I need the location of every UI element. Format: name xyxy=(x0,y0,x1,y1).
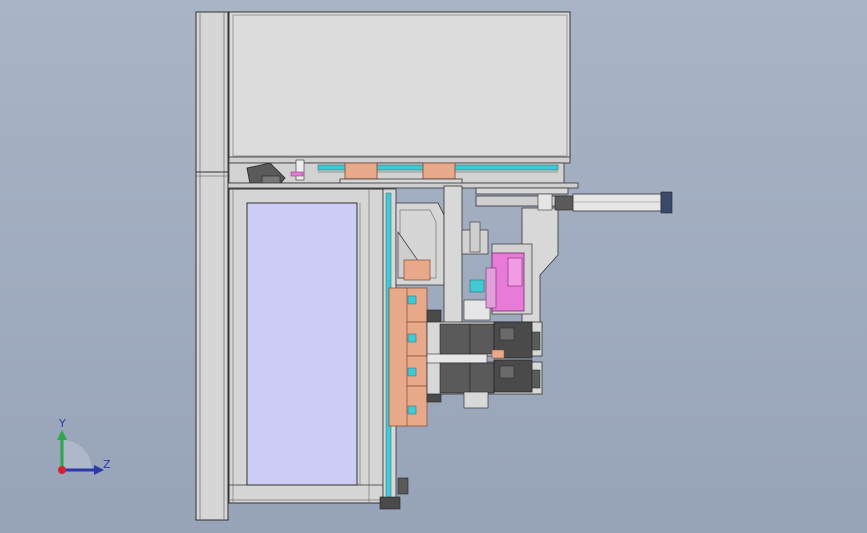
lower-mount-block xyxy=(463,391,489,409)
left-frame-column xyxy=(195,11,229,521)
magenta-gripper xyxy=(485,252,525,312)
gusset-bracket xyxy=(395,202,445,286)
cad-model-viewport[interactable]: Y Z xyxy=(0,0,867,533)
top-housing xyxy=(228,11,571,164)
central-column xyxy=(443,185,491,327)
y-axis-label: Y xyxy=(58,417,66,430)
z-axis-label: Z xyxy=(103,458,111,471)
window-frame xyxy=(228,188,384,504)
pneumatic-cylinder xyxy=(554,191,673,214)
coordinate-triad: Y Z xyxy=(57,417,111,475)
triad-background-arc xyxy=(62,440,92,470)
